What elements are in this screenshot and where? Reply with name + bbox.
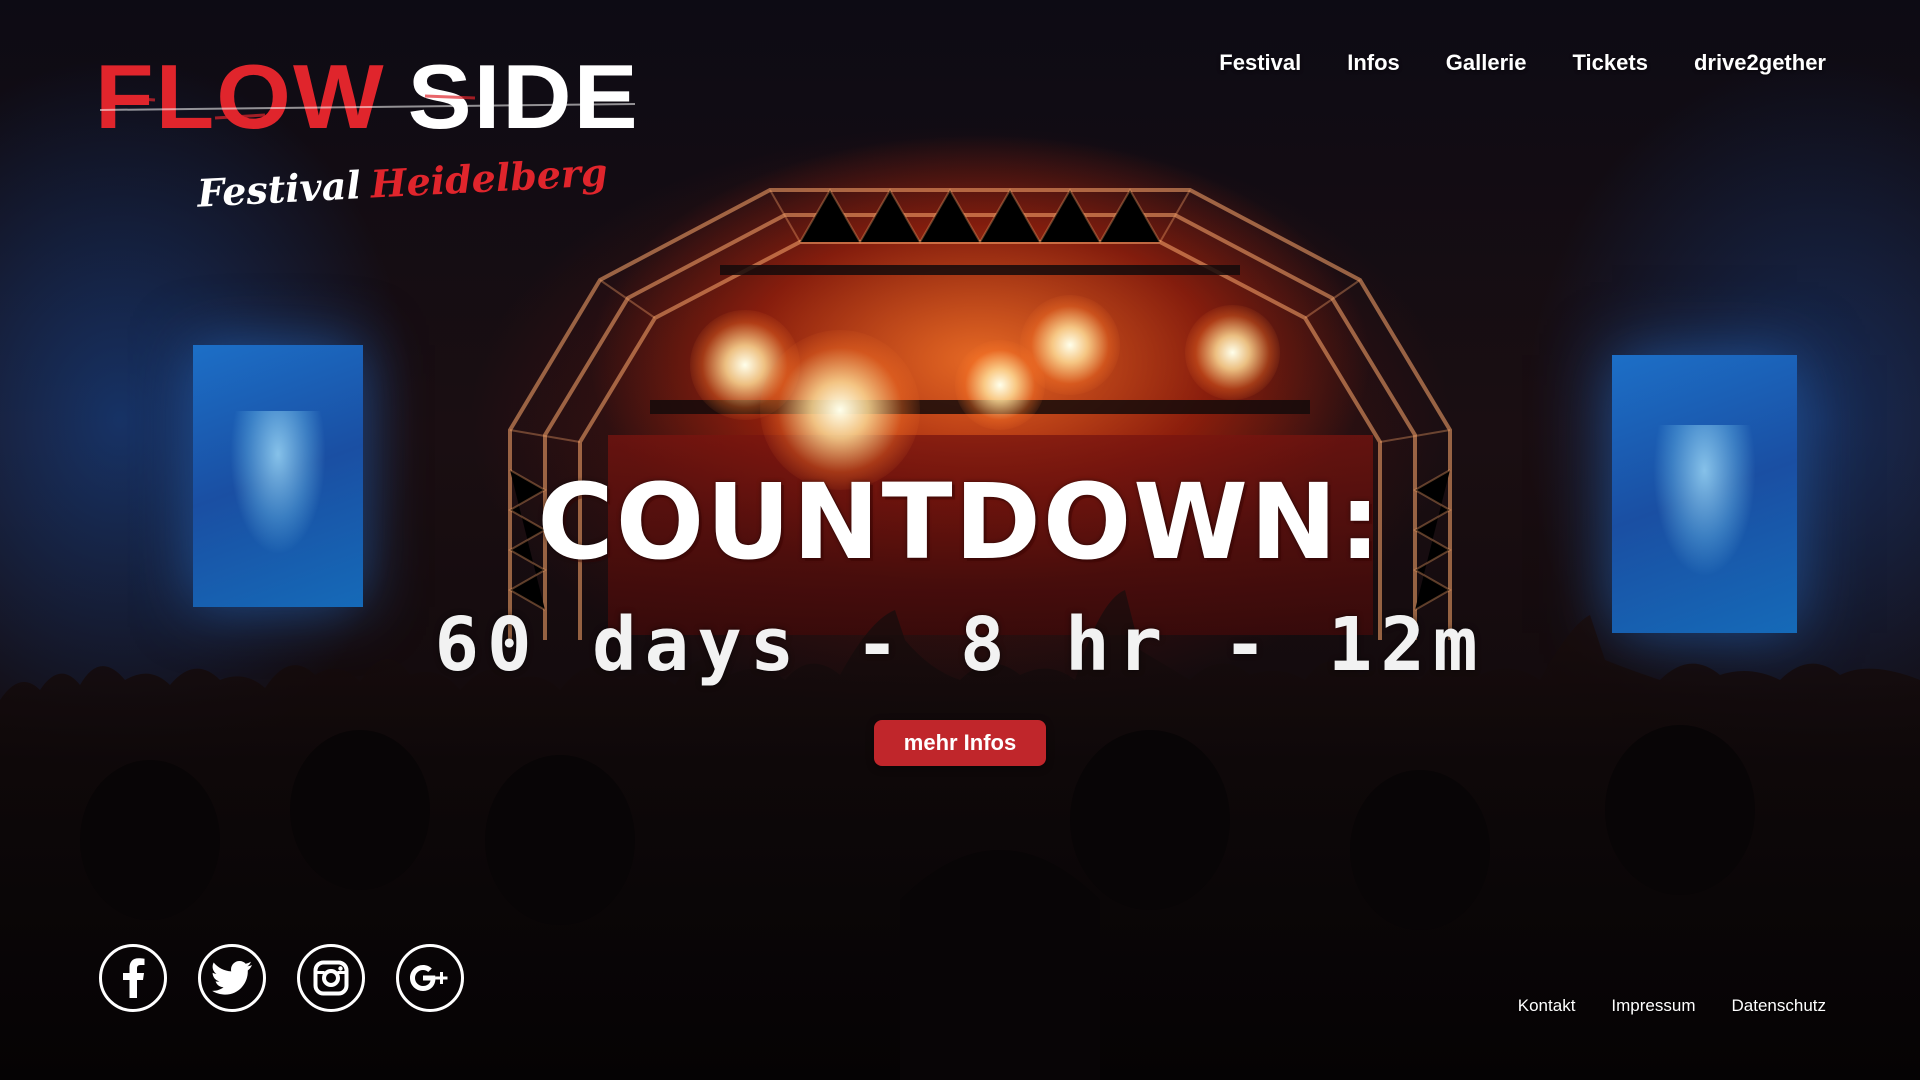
facebook-icon[interactable] [99, 944, 167, 1012]
tagline-city: Heidelberg [369, 149, 609, 207]
countdown-title: COUNTDOWN: [537, 461, 1383, 583]
tagline-festival: Festival [196, 162, 362, 216]
social-links [99, 944, 495, 1012]
footer-link-impressum[interactable]: Impressum [1611, 996, 1695, 1016]
logo-tagline: Festival Heidelberg [196, 149, 608, 215]
twitter-icon[interactable] [198, 944, 266, 1012]
nav-item-infos[interactable]: Infos [1347, 50, 1400, 76]
footer-links: Kontakt Impressum Datenschutz [1482, 996, 1826, 1016]
countdown-timer: 60 days - 8 hr - 12m [434, 602, 1486, 688]
nav-item-festival[interactable]: Festival [1219, 50, 1301, 76]
nav-item-tickets[interactable]: Tickets [1573, 50, 1648, 76]
stage-light [1185, 305, 1280, 400]
nav-item-gallerie[interactable]: Gallerie [1446, 50, 1527, 76]
footer-link-datenschutz[interactable]: Datenschutz [1732, 996, 1827, 1016]
nav-item-drive2gether[interactable]: drive2gether [1694, 50, 1826, 76]
instagram-icon[interactable] [297, 944, 365, 1012]
footer-link-kontakt[interactable]: Kontakt [1518, 996, 1576, 1016]
logo-brush-scratch [99, 94, 635, 120]
stage-light [1020, 295, 1120, 395]
google-plus-icon[interactable] [396, 944, 464, 1012]
more-info-button[interactable]: mehr Infos [874, 720, 1046, 766]
main-navigation: Festival Infos Gallerie Tickets drive2ge… [1173, 50, 1826, 76]
brand-logo[interactable]: FLOW SIDE Festival Heidelberg [95, 52, 655, 222]
